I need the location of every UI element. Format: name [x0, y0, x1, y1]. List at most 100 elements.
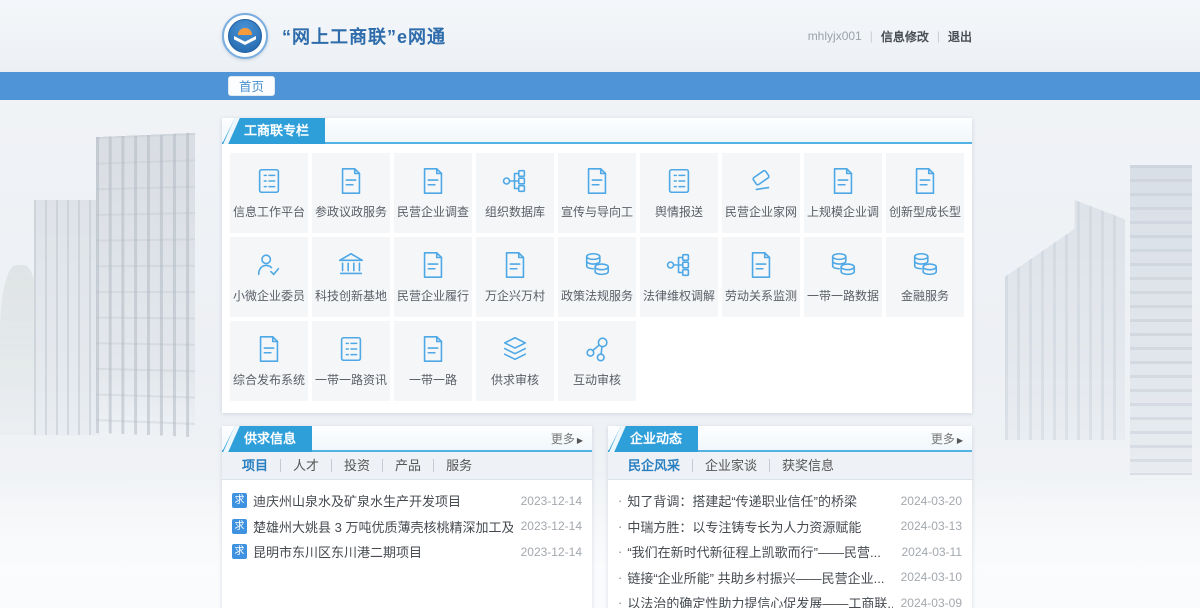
item-title: 昆明市东川区东川港二期项目 — [253, 542, 513, 561]
news-more-link[interactable]: 更多▶ — [931, 426, 963, 454]
tab-news_panel-2[interactable]: 获奖信息 — [770, 459, 846, 472]
tab-supply_panel-0[interactable]: 项目 — [230, 459, 281, 472]
orgchart-icon — [664, 250, 694, 280]
list-item[interactable]: 求楚雄州大姚县 3 万吨优质薄壳核桃精深加工及科...2023-12-14 — [232, 514, 582, 540]
bullet-dot: · — [618, 570, 622, 585]
tab-supply_panel-1[interactable]: 人才 — [281, 459, 332, 472]
app-tile[interactable]: 一带一路数据库 — [804, 237, 882, 317]
item-title: 中瑞方胜：以专注铸专长为人力资源赋能 — [627, 517, 892, 536]
app-tile-label: 科技创新基地 — [315, 287, 387, 304]
tab-news_panel-1[interactable]: 企业家谈 — [693, 459, 770, 472]
app-tile[interactable]: 信息工作平台 — [230, 153, 308, 233]
app-tile-label: 上规模企业调查 — [807, 203, 879, 220]
tab-supply_panel-3[interactable]: 产品 — [383, 459, 434, 472]
app-tile[interactable]: 劳动关系监测 — [722, 237, 800, 317]
app-tile[interactable]: 民营企业履行... — [394, 237, 472, 317]
list-item[interactable]: ·中瑞方胜：以专注铸专长为人力资源赋能2024-03-13 — [618, 514, 962, 540]
doc-icon — [500, 250, 530, 280]
list-item[interactable]: ·“我们在新时代新征程上凯歌而行”——民营...2024-03-11 — [618, 539, 962, 565]
app-tile-label: 信息工作平台 — [233, 203, 305, 220]
app-tile-label: 法律维权调解... — [643, 287, 715, 304]
gavel-icon — [746, 166, 776, 196]
item-date: 2023-12-14 — [521, 494, 582, 508]
app-tile[interactable]: 政策法规服务... — [558, 237, 636, 317]
app-tile-label: 劳动关系监测 — [725, 287, 797, 304]
item-title: 链接“企业所能” 共助乡村振兴——民营企业... — [627, 568, 892, 587]
apps-panel: 工商联专栏 信息工作平台参政议政服务民营企业调查组织数据库宣传与导向工...舆情… — [222, 118, 972, 413]
app-tile[interactable]: 万企兴万村 — [476, 237, 554, 317]
bank-icon — [336, 250, 366, 280]
app-tile[interactable]: 宣传与导向工... — [558, 153, 636, 233]
app-tile-label: 政策法规服务... — [561, 287, 633, 304]
demand-badge: 求 — [232, 544, 247, 559]
user-area: mhlyjx001 | 信息修改 | 退出 — [808, 0, 972, 72]
supply-more-link[interactable]: 更多▶ — [551, 426, 583, 454]
top-header: “网上工商联”e网通 mhlyjx001 | 信息修改 | 退出 — [0, 0, 1200, 72]
app-tile-label: 互动审核 — [573, 371, 621, 388]
doc-icon — [336, 166, 366, 196]
app-tile-label: 综合发布系统 — [233, 371, 305, 388]
item-title: 知了背调：搭建起“传递职业信任”的桥梁 — [627, 491, 892, 510]
app-tile-label: 组织数据库 — [485, 203, 545, 220]
tab-news_panel-0[interactable]: 民企风采 — [616, 459, 693, 472]
bullet-dot: · — [618, 544, 622, 559]
app-tile[interactable]: 民营企业家网... — [722, 153, 800, 233]
database-icon — [582, 250, 612, 280]
tab-supply_panel-4[interactable]: 服务 — [434, 459, 484, 472]
app-tile[interactable]: 上规模企业调查 — [804, 153, 882, 233]
share-icon — [582, 334, 612, 364]
background-skyline-right — [975, 165, 1200, 505]
news-tabs: 民企风采企业家谈获奖信息 — [608, 452, 972, 480]
app-tile-label: 参政议政服务 — [315, 203, 387, 220]
nav-tab-home[interactable]: 首页 — [228, 76, 275, 96]
tab-supply_panel-2[interactable]: 投资 — [332, 459, 383, 472]
app-tile-label: 创新型成长型... — [889, 203, 961, 220]
app-tile[interactable]: 民营企业调查 — [394, 153, 472, 233]
app-tile[interactable]: 互动审核 — [558, 321, 636, 401]
item-date: 2024-03-09 — [901, 596, 962, 608]
item-date: 2023-12-14 — [521, 519, 582, 533]
list-icon — [336, 334, 366, 364]
site-title: “网上工商联”e网通 — [282, 23, 446, 49]
bullet-dot: · — [618, 595, 622, 608]
app-tile[interactable]: 舆情报送 — [640, 153, 718, 233]
app-tile-label: 一带一路数据库 — [807, 287, 879, 304]
app-tile-label: 舆情报送 — [655, 203, 703, 220]
list-item[interactable]: ·以法治的确定性助力提信心促发展——工商联...2024-03-09 — [618, 590, 962, 608]
edit-info-link[interactable]: 信息修改 — [881, 28, 929, 45]
background-building-left — [0, 95, 230, 485]
app-tile[interactable]: 供求审核 — [476, 321, 554, 401]
database-icon — [828, 250, 858, 280]
app-tile[interactable]: 科技创新基地 — [312, 237, 390, 317]
app-tile-label: 民营企业调查 — [397, 203, 469, 220]
app-tile[interactable]: 参政议政服务 — [312, 153, 390, 233]
app-tile[interactable]: 金融服务 — [886, 237, 964, 317]
list-item[interactable]: ·知了背调：搭建起“传递职业信任”的桥梁2024-03-20 — [618, 488, 962, 514]
supply-panel-title: 供求信息 — [222, 426, 312, 452]
layers-icon — [500, 334, 530, 364]
item-date: 2024-03-20 — [901, 494, 962, 508]
list-item[interactable]: ·链接“企业所能” 共助乡村振兴——民营企业...2024-03-10 — [618, 565, 962, 591]
app-tile[interactable]: 小微企业委员... — [230, 237, 308, 317]
app-tile[interactable]: 综合发布系统 — [230, 321, 308, 401]
item-date: 2023-12-14 — [521, 545, 582, 559]
list-item[interactable]: 求迪庆州山泉水及矿泉水生产开发项目2023-12-14 — [232, 488, 582, 514]
app-tile[interactable]: 法律维权调解... — [640, 237, 718, 317]
item-title: 楚雄州大姚县 3 万吨优质薄壳核桃精深加工及科... — [253, 517, 513, 536]
apps-grid: 信息工作平台参政议政服务民营企业调查组织数据库宣传与导向工...舆情报送民营企业… — [222, 144, 972, 413]
list-item[interactable]: 求昆明市东川区东川港二期项目 2023-12-14 — [232, 539, 582, 565]
app-tile[interactable]: 一带一路 — [394, 321, 472, 401]
doc-icon — [418, 166, 448, 196]
more-arrow-icon: ▶ — [957, 436, 963, 445]
main-navbar: 首页 — [0, 72, 1200, 100]
item-date: 2024-03-13 — [901, 519, 962, 533]
news-panel-header: 企业动态 更多▶ — [608, 426, 972, 452]
logout-link[interactable]: 退出 — [948, 28, 972, 45]
app-tile[interactable]: 组织数据库 — [476, 153, 554, 233]
item-title: “我们在新时代新征程上凯歌而行”——民营... — [627, 542, 893, 561]
app-tile[interactable]: 一带一路资讯库 — [312, 321, 390, 401]
app-tile[interactable]: 创新型成长型... — [886, 153, 964, 233]
app-tile-label: 金融服务 — [901, 287, 949, 304]
doc-icon — [828, 166, 858, 196]
news-panel-title: 企业动态 — [608, 426, 698, 452]
